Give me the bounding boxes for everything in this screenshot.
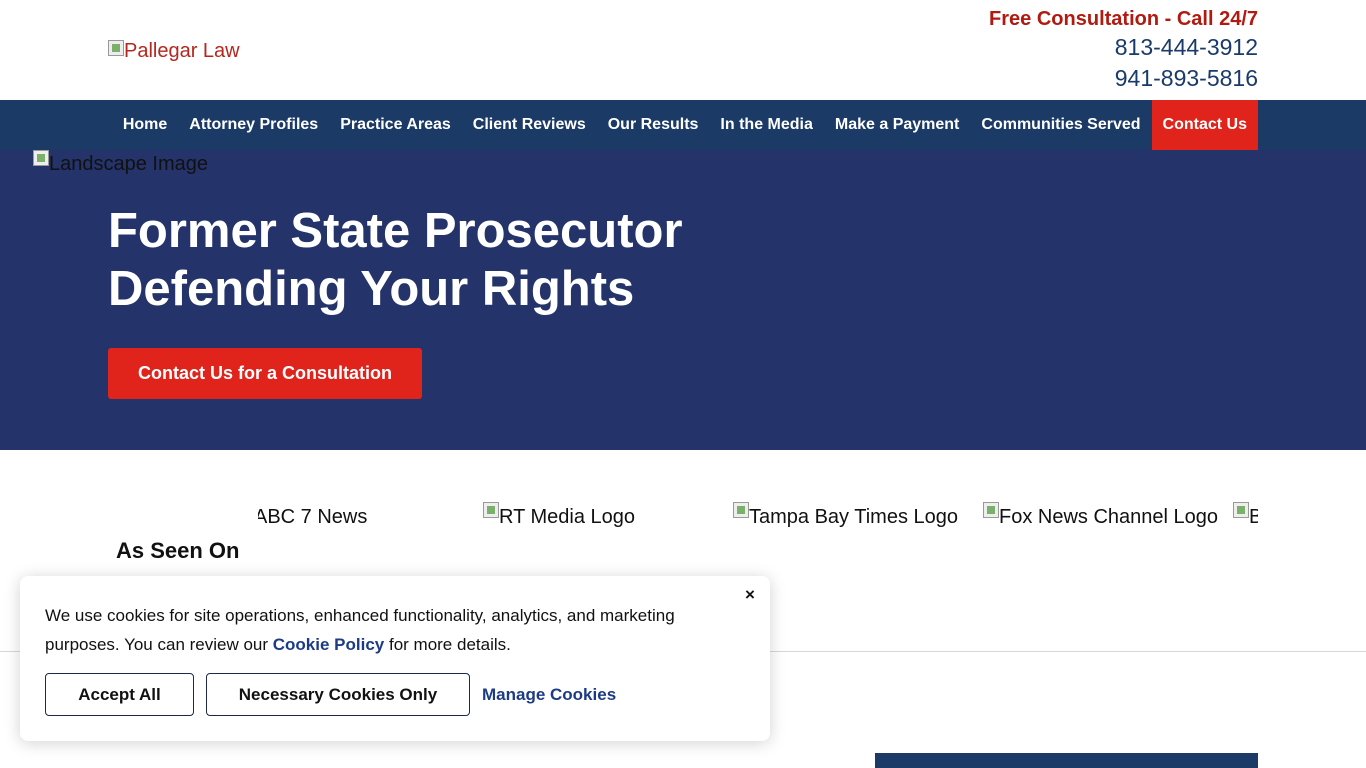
media-logo-alt-text: Tampa Bay Times Logo <box>749 506 958 528</box>
nav-item-in-the-media[interactable]: In the Media <box>709 100 823 150</box>
cookie-text-after: for more details. <box>384 635 511 654</box>
media-logo-rt: RT Media Logo <box>483 502 635 531</box>
free-consultation-text: Free Consultation - Call 24/7 <box>989 8 1258 30</box>
media-logo-abc7: ABC 7 News <box>258 502 367 531</box>
hero-title: Former State Prosecutor Defending Your R… <box>108 202 683 318</box>
media-logo-partial: B <box>1233 502 1258 531</box>
manage-cookies-link[interactable]: Manage Cookies <box>482 673 616 716</box>
broken-image-icon <box>733 502 749 518</box>
hero-title-line-2: Defending Your Rights <box>108 262 635 316</box>
site-header: Pallegar Law Free Consultation - Call 24… <box>0 0 1366 100</box>
sidebar-form-header <box>875 753 1258 768</box>
phone-link-sarasota[interactable]: 941-893-5816 <box>989 63 1258 94</box>
hero-title-line-1: Former State Prosecutor <box>108 204 683 258</box>
close-icon[interactable]: × <box>742 584 758 606</box>
hero-image-alt-text: Landscape Image <box>49 153 209 175</box>
media-logo-alt-text: RT Media Logo <box>499 506 636 528</box>
necessary-cookies-button[interactable]: Necessary Cookies Only <box>206 673 470 716</box>
cookie-policy-link[interactable]: Cookie Policy <box>273 635 384 654</box>
media-logo-alt-text: ABC 7 News <box>258 506 368 528</box>
header-contact: Free Consultation - Call 24/7 813-444-39… <box>989 6 1258 94</box>
nav-item-our-results[interactable]: Our Results <box>597 100 710 150</box>
cookie-message: We use cookies for site operations, enha… <box>45 601 735 659</box>
as-seen-on-heading: As Seen On <box>116 538 240 563</box>
media-logo-alt-text: Fox News Channel Logo <box>999 506 1219 528</box>
nav-item-client-reviews[interactable]: Client Reviews <box>462 100 597 150</box>
broken-image-icon <box>1233 502 1249 518</box>
media-logo-carousel[interactable]: ABC 7 News RT Media Logo Tampa Bay Times… <box>258 502 1258 542</box>
broken-image-icon <box>983 502 999 518</box>
hero-image: Landscape Image <box>33 150 208 180</box>
main-navigation: Home Attorney Profiles Practice Areas Cl… <box>0 100 1366 150</box>
nav-item-communities-served[interactable]: Communities Served <box>970 100 1151 150</box>
site-logo[interactable]: Pallegar Law <box>108 40 240 62</box>
consultation-cta-button[interactable]: Contact Us for a Consultation <box>108 348 422 399</box>
nav-item-home[interactable]: Home <box>112 100 178 150</box>
nav-item-contact-us[interactable]: Contact Us <box>1151 100 1258 150</box>
broken-image-icon <box>483 502 499 518</box>
cookie-consent-banner: × We use cookies for site operations, en… <box>20 576 770 741</box>
nav-item-practice-areas[interactable]: Practice Areas <box>329 100 462 150</box>
broken-image-icon <box>108 40 124 56</box>
media-logo-tampa-bay-times: Tampa Bay Times Logo <box>733 502 958 531</box>
nav-item-make-a-payment[interactable]: Make a Payment <box>824 100 971 150</box>
media-logo-alt-text: B <box>1249 506 1258 528</box>
media-logo-fox-news: Fox News Channel Logo <box>983 502 1218 531</box>
accept-all-button[interactable]: Accept All <box>45 673 194 716</box>
phone-link-tampa[interactable]: 813-444-3912 <box>989 32 1258 63</box>
nav-item-attorney-profiles[interactable]: Attorney Profiles <box>178 100 329 150</box>
logo-alt-text: Pallegar Law <box>124 40 240 62</box>
hero-section: Landscape Image Former State Prosecutor … <box>0 150 1366 450</box>
broken-image-icon <box>33 150 49 166</box>
